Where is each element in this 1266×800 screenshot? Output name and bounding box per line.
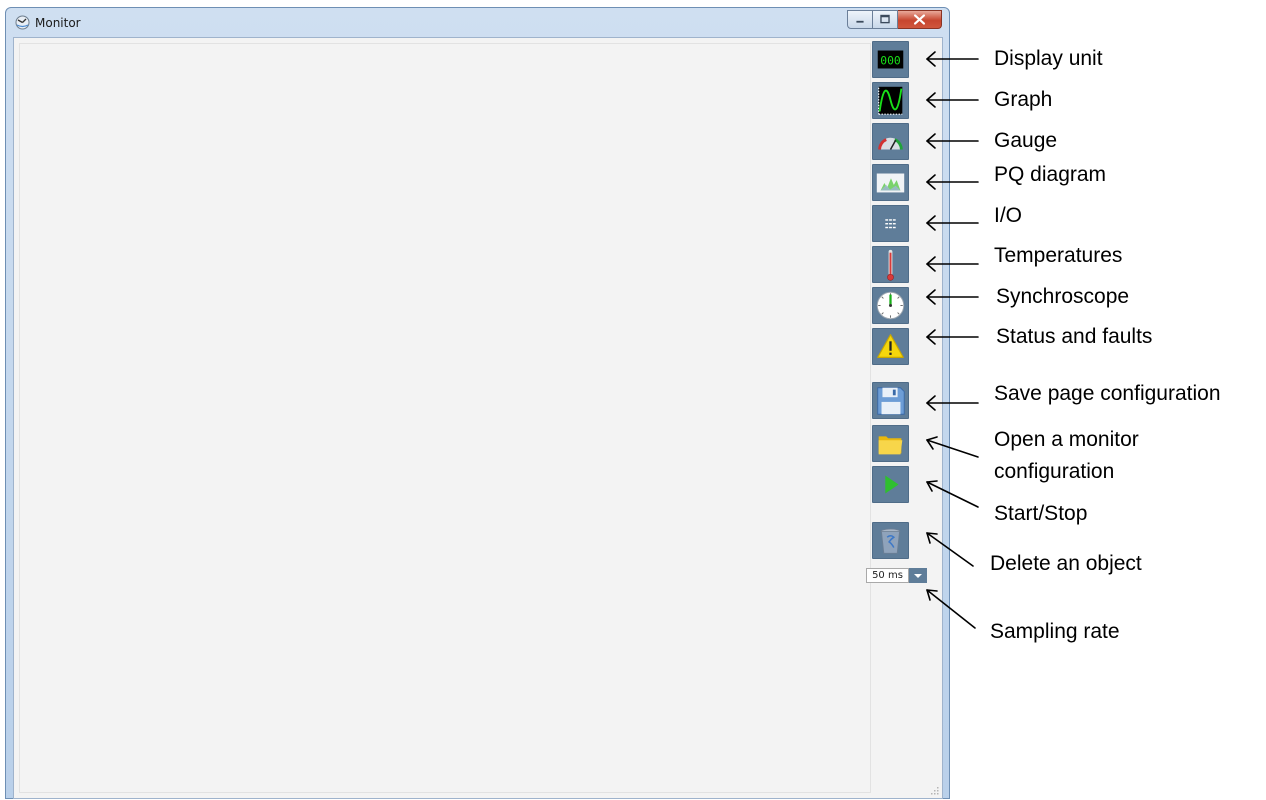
label-gauge: Gauge [994, 129, 1058, 152]
label-display-unit: Display unit [994, 47, 1103, 70]
gauge-button[interactable] [872, 123, 909, 160]
display-unit-button[interactable]: 000 [872, 41, 909, 78]
sampling-rate-value[interactable]: 50 ms [866, 568, 909, 583]
label-io: I/O [994, 204, 1023, 227]
maximize-icon [880, 14, 890, 24]
label-save-config: Save page configuration [994, 382, 1221, 405]
client-area [13, 37, 943, 799]
minimize-icon [856, 20, 864, 23]
monitor-app-icon [15, 15, 30, 30]
folder-icon [878, 436, 903, 455]
warning-icon [877, 334, 904, 358]
label-open-config-line2: configuration [994, 460, 1115, 483]
start-stop-button[interactable] [872, 466, 909, 503]
pq-diagram-icon [876, 173, 905, 193]
label-status-faults: Status and faults [996, 325, 1153, 348]
status-faults-button[interactable] [872, 328, 909, 365]
label-graph: Graph [994, 88, 1053, 111]
label-start-stop: Start/Stop [994, 502, 1088, 525]
label-open-config-line1: Open a monitor [994, 428, 1139, 451]
floppy-disk-icon [877, 387, 905, 415]
close-button[interactable] [898, 10, 942, 29]
window-title: Monitor [35, 16, 81, 30]
pq-diagram-button[interactable] [872, 164, 909, 201]
maximize-button[interactable] [873, 10, 898, 29]
display-digits: 000 [880, 54, 901, 68]
label-temperatures: Temperatures [994, 244, 1123, 267]
caption-buttons [847, 10, 942, 29]
label-synchroscope: Synchroscope [996, 285, 1130, 308]
synchroscope-icon [876, 291, 905, 320]
dropdown-arrow-icon [914, 574, 922, 578]
monitor-window: Monitor [5, 7, 950, 799]
play-icon [885, 475, 899, 494]
open-config-button[interactable] [872, 425, 909, 462]
synchroscope-button[interactable] [872, 287, 909, 324]
monitor-canvas[interactable] [19, 43, 871, 793]
save-config-button[interactable] [872, 382, 909, 419]
label-delete-object: Delete an object [990, 552, 1142, 575]
sampling-rate-dropdown-button[interactable] [909, 568, 927, 583]
graph-wave-icon [878, 86, 903, 115]
minimize-button[interactable] [847, 10, 873, 29]
gauge-icon [878, 137, 903, 150]
resize-grip-icon[interactable] [929, 785, 939, 795]
temperatures-button[interactable] [872, 246, 909, 283]
sampling-rate-select[interactable]: 50 ms [866, 568, 928, 583]
thermometer-icon [887, 249, 894, 281]
label-sampling-rate: Sampling rate [990, 620, 1120, 643]
delete-object-button[interactable] [872, 522, 909, 559]
label-pq-diagram: PQ diagram [994, 163, 1107, 186]
graph-button[interactable] [872, 82, 909, 119]
io-grid-icon [885, 219, 896, 229]
trash-icon [880, 528, 901, 554]
io-button[interactable] [872, 205, 909, 242]
digital-display-icon: 000 [877, 50, 904, 69]
title-bar[interactable]: Monitor [6, 8, 949, 37]
close-icon [913, 14, 926, 25]
